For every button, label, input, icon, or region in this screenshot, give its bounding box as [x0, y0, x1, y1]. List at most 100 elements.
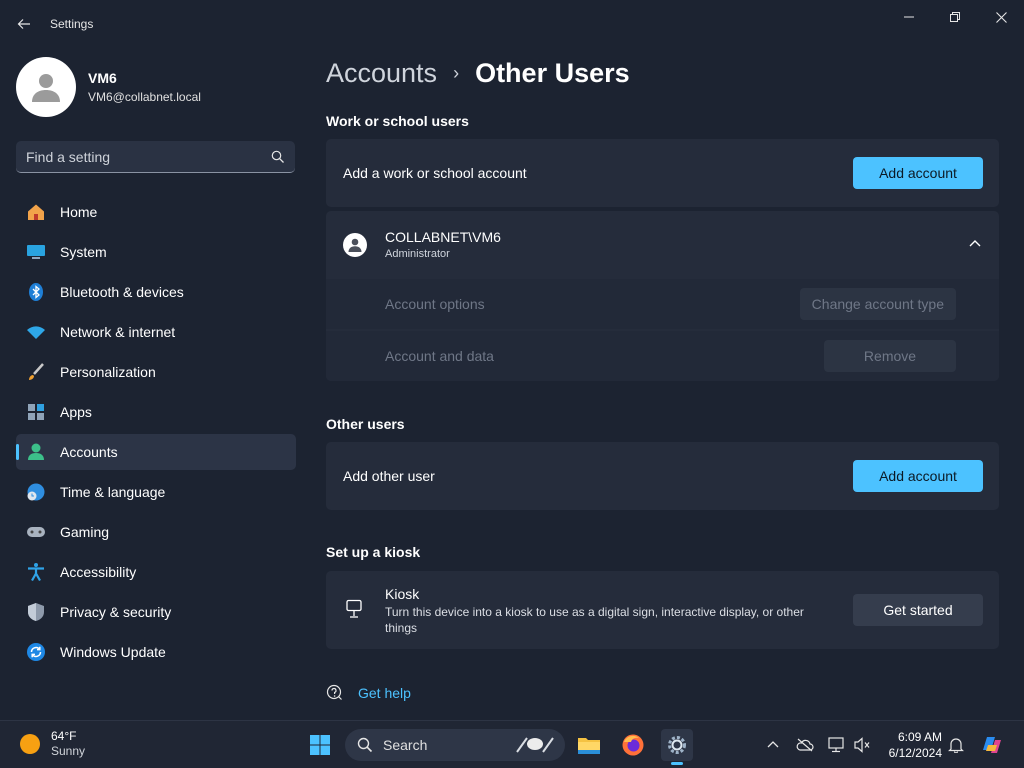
account-data-label: Account and data [385, 348, 494, 364]
work-user-header[interactable]: COLLABNET\VM6 Administrator [326, 211, 999, 277]
sidebar-item-label: Bluetooth & devices [60, 284, 184, 300]
sidebar-item-label: Accessibility [60, 564, 137, 580]
sidebar-nav: Home System Bluetooth & devices Network … [16, 194, 296, 674]
restore-icon [950, 12, 960, 22]
add-other-user-label: Add other user [343, 468, 435, 484]
profile-email: VM6@collabnet.local [88, 90, 201, 104]
monitor-network-icon [828, 737, 844, 753]
taskbar-clock[interactable]: 6:09 AM 6/12/2024 [880, 729, 942, 761]
search-highlight-icon [516, 737, 554, 753]
kiosk-section-title: Set up a kiosk [326, 544, 421, 560]
sidebar-item-windows-update[interactable]: Windows Update [16, 634, 296, 670]
windows-logo-icon [310, 735, 330, 755]
sun-icon [20, 734, 40, 754]
network-button[interactable] [827, 735, 847, 755]
get-help-label: Get help [358, 685, 411, 701]
sidebar-item-home[interactable]: Home [16, 194, 296, 230]
kiosk-card: Kiosk Turn this device into a kiosk to u… [326, 571, 999, 649]
onedrive-button[interactable] [795, 735, 815, 755]
change-account-type-button[interactable]: Change account type [799, 288, 956, 320]
weather-widget[interactable]: 64°F Sunny [20, 729, 85, 759]
volume-button[interactable] [852, 735, 872, 755]
tray-overflow-button[interactable] [763, 735, 783, 755]
sidebar-item-label: Time & language [60, 484, 166, 500]
account-options-row: Account options Change account type [326, 279, 999, 329]
sidebar-item-network[interactable]: Network & internet [16, 314, 296, 350]
help-chat-icon [326, 684, 342, 700]
close-button[interactable] [978, 4, 1024, 30]
copilot-button[interactable] [976, 729, 1008, 761]
breadcrumb-parent-link[interactable]: Accounts [326, 58, 437, 89]
back-button[interactable] [10, 10, 38, 38]
sidebar-item-label: Apps [60, 404, 92, 420]
sidebar-item-label: Windows Update [60, 644, 166, 660]
sidebar-item-personalization[interactable]: Personalization [16, 354, 296, 390]
kiosk-title: Kiosk [385, 586, 420, 602]
folder-icon [578, 738, 600, 754]
taskbar-search[interactable]: Search [345, 729, 565, 761]
breadcrumb-separator: › [453, 63, 460, 83]
work-user-card: COLLABNET\VM6 Administrator Account opti… [326, 211, 999, 381]
user-name: COLLABNET\VM6 [385, 229, 501, 245]
remove-account-button[interactable]: Remove [824, 340, 956, 372]
back-arrow-icon [17, 19, 30, 29]
sidebar-item-label: System [60, 244, 107, 260]
title-bar: Settings [0, 0, 1024, 48]
sidebar-item-privacy[interactable]: Privacy & security [16, 594, 296, 630]
start-button[interactable] [304, 729, 336, 761]
home-icon [26, 202, 46, 222]
brush-icon [26, 362, 46, 382]
copilot-icon [983, 737, 1001, 753]
minimize-button[interactable] [886, 4, 932, 30]
search-icon[interactable] [271, 150, 285, 164]
chevron-up-icon[interactable] [967, 235, 983, 251]
account-options-label: Account options [385, 296, 485, 312]
sidebar-item-apps[interactable]: Apps [16, 394, 296, 430]
monitor-icon [26, 242, 46, 262]
settings-search [16, 141, 295, 173]
sidebar-item-label: Privacy & security [60, 604, 172, 620]
add-work-account-button[interactable]: Add account [853, 157, 983, 189]
sidebar-item-bluetooth[interactable]: Bluetooth & devices [16, 274, 296, 310]
taskbar: 64°F Sunny Search 6:09 AM 6/12/2024 [0, 720, 1024, 768]
bell-icon [948, 738, 964, 753]
sidebar-item-time-language[interactable]: Time & language [16, 474, 296, 510]
cloud-offline-icon [796, 738, 814, 752]
get-help-link[interactable]: Get help [326, 684, 411, 702]
weather-temperature: 64°F [51, 729, 77, 743]
user-avatar [343, 233, 367, 257]
firefox-icon [622, 734, 644, 756]
settings-taskbar-button[interactable] [661, 729, 693, 765]
other-users-section-title: Other users [326, 416, 405, 432]
sidebar-item-accessibility[interactable]: Accessibility [16, 554, 296, 590]
add-other-user-button[interactable]: Add account [853, 460, 983, 492]
globe-clock-icon [26, 482, 46, 502]
kiosk-get-started-button[interactable]: Get started [853, 594, 983, 626]
bluetooth-icon [26, 282, 46, 302]
chevron-up-icon [767, 741, 779, 748]
apps-icon [26, 402, 46, 422]
file-explorer-button[interactable] [573, 729, 605, 761]
maximize-button[interactable] [932, 4, 978, 30]
user-role: Administrator [385, 248, 450, 260]
user-profile[interactable]: VM6 VM6@collabnet.local [16, 57, 201, 117]
page-title: Other Users [475, 58, 630, 88]
avatar [16, 57, 76, 117]
notifications-button[interactable] [946, 735, 966, 755]
search-input[interactable] [26, 148, 271, 165]
account-data-row: Account and data Remove [326, 331, 999, 381]
speaker-muted-icon [854, 737, 870, 753]
sidebar-item-accounts[interactable]: Accounts [16, 434, 296, 470]
app-title: Settings [50, 17, 94, 31]
gamepad-icon [26, 522, 46, 542]
sidebar-item-label: Accounts [60, 444, 118, 460]
sidebar-item-system[interactable]: System [16, 234, 296, 270]
clock-date: 6/12/2024 [888, 746, 942, 760]
gear-icon [668, 736, 686, 754]
search-icon [357, 737, 373, 753]
firefox-button[interactable] [617, 729, 649, 761]
person-silhouette-icon [32, 74, 60, 102]
person-icon [26, 442, 46, 462]
sidebar-item-label: Network & internet [60, 324, 176, 340]
sidebar-item-gaming[interactable]: Gaming [16, 514, 296, 550]
